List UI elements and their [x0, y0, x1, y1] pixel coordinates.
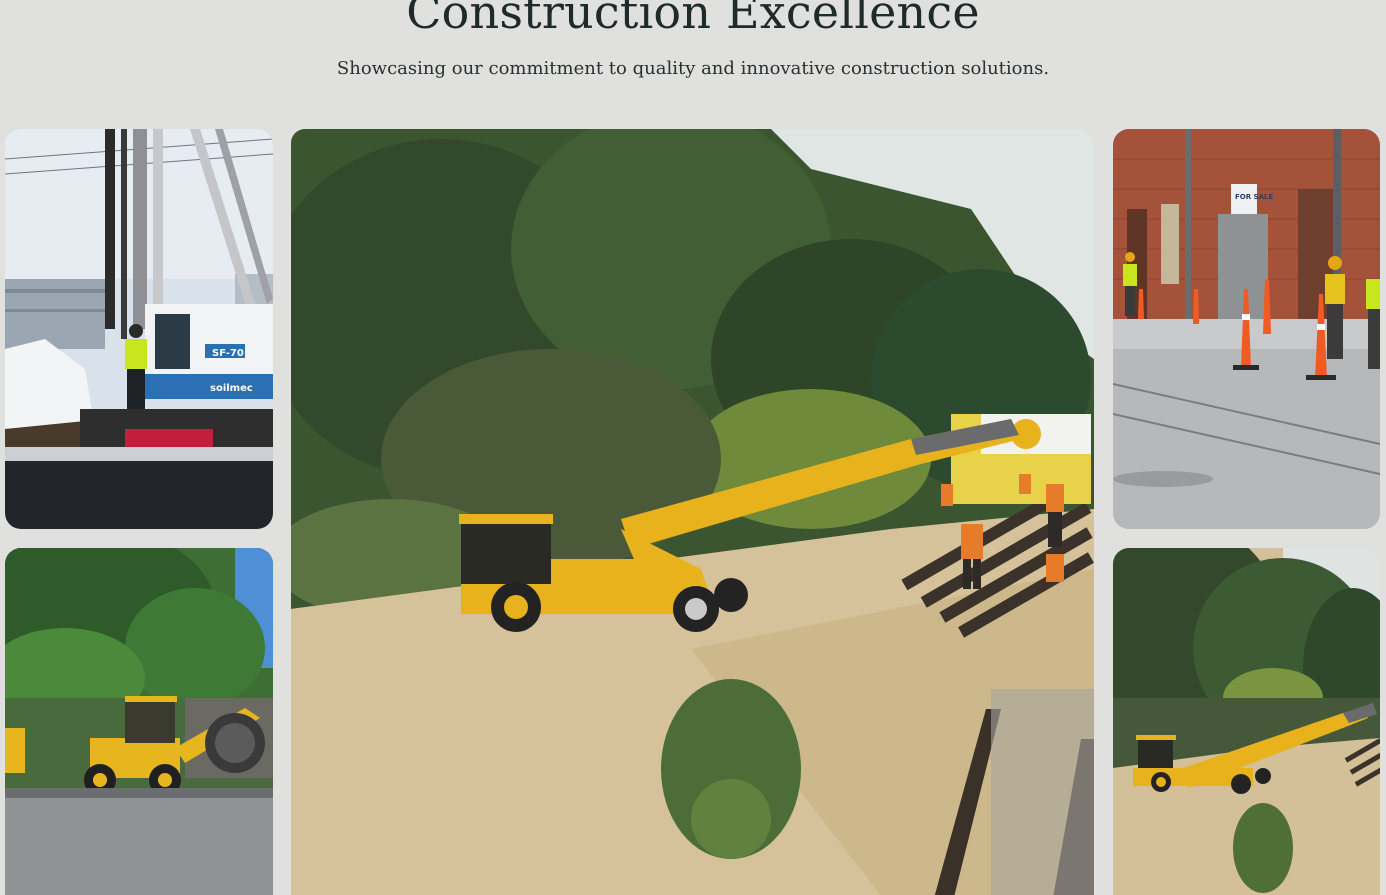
gallery-photo-rail-crane[interactable] — [291, 129, 1094, 895]
street-cones-image: FOR SALE — [1113, 129, 1380, 529]
gallery-photo-piling-rig[interactable]: SF-70 soilmec — [5, 129, 273, 529]
gallery-page: Construction Excellence Showcasing our c… — [0, 0, 1386, 895]
gallery-photo-street-cones[interactable]: FOR SALE — [1113, 129, 1380, 529]
rail-crane-image — [291, 129, 1094, 895]
rig-brand-label: soilmec — [210, 383, 253, 394]
gallery-photo-backhoe-street[interactable] — [5, 548, 273, 895]
page-subtitle: Showcasing our commitment to quality and… — [336, 58, 1050, 79]
backhoe-street-image — [5, 548, 273, 895]
rig-model-label: SF-70 — [212, 348, 244, 359]
rail-crane-alt-image — [1113, 548, 1380, 895]
for-sale-sign: FOR SALE — [1235, 193, 1273, 201]
piling-rig-image: SF-70 soilmec — [5, 129, 273, 529]
page-title: Construction Excellence — [406, 0, 980, 39]
gallery-photo-rail-crane-alt[interactable] — [1113, 548, 1380, 895]
